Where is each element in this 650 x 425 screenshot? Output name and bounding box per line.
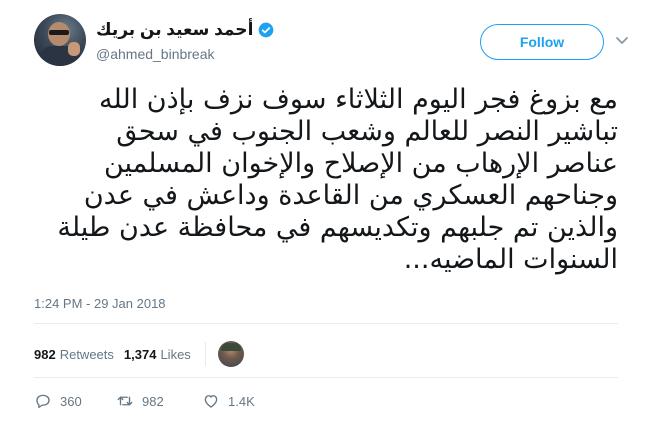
like-button[interactable]: 1.4K: [202, 392, 255, 410]
tweet-stats: 982 Retweets 1,374 Likes: [34, 341, 244, 367]
liker-avatar[interactable]: [217, 341, 244, 367]
tweet-timestamp[interactable]: 1:24 PM - 29 Jan 2018: [34, 296, 166, 311]
likes-count: 1,374: [123, 346, 157, 362]
retweet-button[interactable]: 982: [116, 392, 202, 410]
tweet-header: أحمد سعيد بن بريك @ahmed_binbreak Follow: [34, 14, 634, 74]
likes-stat[interactable]: 1,374 Likes: [124, 347, 191, 362]
heart-icon: [204, 395, 218, 408]
divider: [34, 323, 618, 324]
follow-button[interactable]: Follow: [480, 24, 604, 60]
retweets-label: Retweets: [59, 346, 114, 362]
reply-count: 360: [60, 393, 82, 409]
retweet-count: 982: [142, 393, 164, 409]
retweets-count: 982: [34, 346, 56, 362]
author-avatar[interactable]: [34, 14, 86, 66]
like-count: 1.4K: [228, 393, 255, 409]
author-handle[interactable]: @ahmed_binbreak: [96, 46, 274, 62]
reply-icon: [36, 394, 50, 409]
chevron-down-icon[interactable]: [614, 32, 630, 48]
stats-separator: [204, 342, 206, 366]
author-name[interactable]: أحمد سعيد بن بريك: [96, 20, 253, 40]
likes-label: Likes: [160, 346, 191, 362]
retweet-icon: [117, 396, 133, 406]
tweet-actions: 360 982 1.4K: [34, 392, 255, 410]
reply-button[interactable]: 360: [34, 392, 116, 410]
author-info[interactable]: أحمد سعيد بن بريك @ahmed_binbreak: [96, 20, 274, 62]
divider: [34, 377, 618, 378]
verified-badge-icon: [259, 22, 274, 38]
tweet-text: مع بزوغ فجر اليوم الثلاثاء سوف نزف بإذن …: [57, 84, 618, 275]
retweets-stat[interactable]: 982 Retweets: [34, 347, 114, 362]
